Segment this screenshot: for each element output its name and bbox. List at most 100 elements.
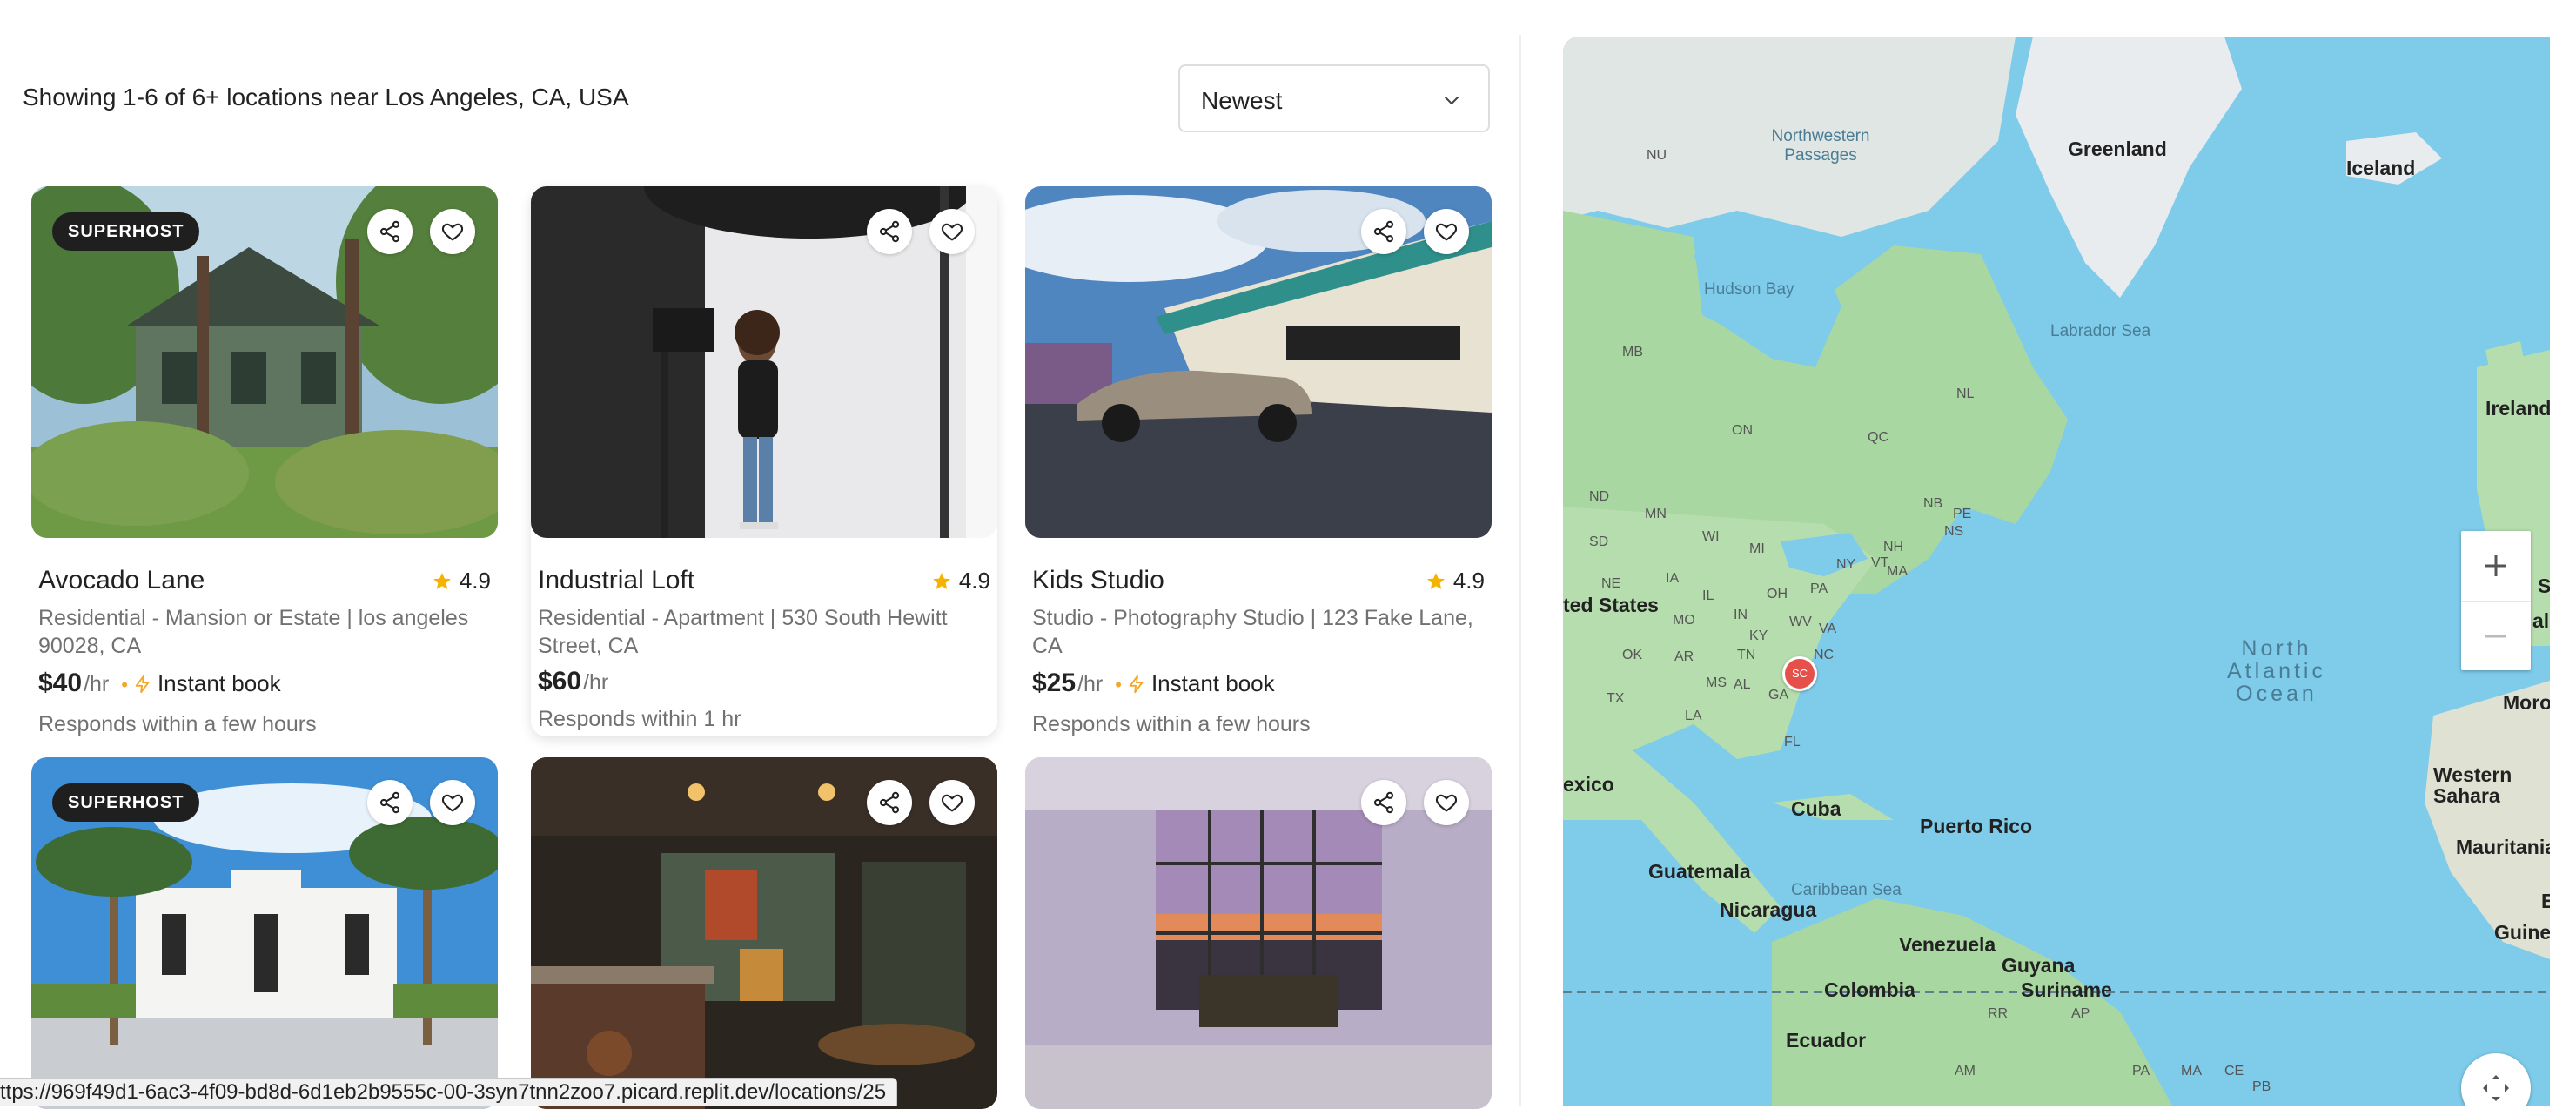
map-label-ce: CE <box>2224 1064 2244 1079</box>
map-label-il: IL <box>1702 588 1714 603</box>
map-label-pb: PB <box>2252 1079 2271 1094</box>
favorite-button[interactable] <box>1424 209 1469 254</box>
listing-title[interactable]: Kids Studio <box>1032 566 1164 595</box>
listing-card-avocado-lane[interactable]: SUPERHOST Avocado Lane 4.9 Residential -… <box>31 186 498 736</box>
listing-photo[interactable] <box>531 186 997 538</box>
map-label-tn: TN <box>1737 648 1756 662</box>
map-label-nd: ND <box>1589 489 1610 504</box>
heart-icon <box>1435 794 1458 812</box>
listing-description: Residential - Apartment | 530 South Hewi… <box>538 606 948 658</box>
map-label-ga: GA <box>1768 688 1789 702</box>
sort-dropdown[interactable]: Newest <box>1178 64 1490 132</box>
separator-dot: • <box>121 674 128 696</box>
location-marker[interactable]: SC <box>1782 656 1817 691</box>
map-label-nu: NU <box>1647 148 1667 163</box>
lightning-bolt-icon <box>1129 675 1144 694</box>
heart-icon <box>941 794 963 812</box>
zoom-in-button[interactable] <box>2461 531 2531 601</box>
listing-photo[interactable] <box>1025 186 1492 538</box>
map-label-pa: PA <box>1810 581 1828 596</box>
share-button[interactable] <box>1361 209 1406 254</box>
share-icon <box>1373 791 1394 814</box>
price-row: $40 /hr • Instant book <box>38 669 281 698</box>
map-label-la: LA <box>1685 709 1702 723</box>
map-label-pe: PE <box>1953 507 1972 521</box>
listing-price: $60 <box>538 667 582 696</box>
listing-rating: 4.9 <box>931 568 990 595</box>
separator-dot: • <box>1115 674 1122 696</box>
heart-icon <box>441 223 464 241</box>
map-label-nicaragua: Nicaragua <box>1720 898 1817 921</box>
map-geography <box>1563 37 2550 1106</box>
rating-value: 4.9 <box>459 568 491 594</box>
listing-photo[interactable] <box>1025 757 1492 1109</box>
share-button[interactable] <box>367 209 413 254</box>
favorite-button[interactable] <box>929 780 975 825</box>
map-label-portugal-partial: al <box>2532 609 2550 632</box>
map-panel[interactable]: Greenland Iceland Ireland Northwestern P… <box>1563 37 2550 1106</box>
map-label-caribbean-sea: Caribbean Sea <box>1791 881 1902 899</box>
listing-card[interactable]: SUPERHOST <box>31 757 498 1109</box>
map-label-nl: NL <box>1956 386 1975 401</box>
instant-book-label: Instant book <box>157 670 281 696</box>
listing-title[interactable]: Avocado Lane <box>38 566 205 595</box>
map-label-mauritania: Mauritania <box>2456 836 2550 858</box>
star-icon <box>433 572 451 589</box>
map-label-al: AL <box>1734 677 1751 692</box>
rating-value: 4.9 <box>1452 568 1485 594</box>
share-button[interactable] <box>1361 780 1406 825</box>
lightning-bolt-icon <box>135 675 150 694</box>
price-row: $60 /hr <box>538 667 608 696</box>
zoom-out-button[interactable] <box>2461 601 2531 671</box>
superhost-badge: SUPERHOST <box>52 783 200 822</box>
map-label-northwestern-passages: Northwestern Passages <box>1771 127 1870 165</box>
price-unit: /hr <box>583 670 609 695</box>
listing-card[interactable] <box>531 757 997 1109</box>
map-label-fl: FL <box>1784 735 1801 749</box>
map-label-greenland: Greenland <box>2068 138 2167 160</box>
listing-photo[interactable] <box>531 757 997 1109</box>
listing-photo[interactable]: SUPERHOST <box>31 757 498 1109</box>
favorite-button[interactable] <box>1424 780 1469 825</box>
sort-selected-value: Newest <box>1201 87 1283 114</box>
listing-photo[interactable]: SUPERHOST <box>31 186 498 538</box>
share-icon <box>879 220 900 243</box>
share-button[interactable] <box>867 209 912 254</box>
star-icon <box>932 572 950 589</box>
studio-photo <box>531 186 997 538</box>
map-label-rr: RR <box>1988 1006 2009 1021</box>
share-button[interactable] <box>867 780 912 825</box>
map-label-nb: NB <box>1923 496 1943 511</box>
map-label-guyana: Guyana <box>2002 954 2076 977</box>
listing-card[interactable] <box>1025 757 1492 1109</box>
listing-card-industrial-loft[interactable]: Industrial Loft 4.9 Residential - Apartm… <box>531 186 997 736</box>
listing-price: $25 <box>1032 669 1077 697</box>
listing-card-kids-studio[interactable]: Kids Studio 4.9 Studio - Photography Stu… <box>1025 186 1492 736</box>
map-label-guinea: Guinea <box>2494 921 2550 944</box>
response-time: Responds within a few hours <box>1032 712 1311 736</box>
map-label-mb: MB <box>1622 345 1643 360</box>
response-time: Responds within a few hours <box>38 712 317 736</box>
listing-title[interactable]: Industrial Loft <box>538 566 694 595</box>
results-count-text: Showing 1-6 of 6+ locations near Los Ang… <box>23 84 629 111</box>
map-label-wi: WI <box>1702 529 1720 544</box>
heart-icon <box>1435 223 1458 241</box>
minus-icon <box>2485 635 2506 638</box>
map-label-ne: NE <box>1601 576 1621 591</box>
favorite-button[interactable] <box>430 780 475 825</box>
favorite-button[interactable] <box>430 209 475 254</box>
favorite-button[interactable] <box>929 209 975 254</box>
share-icon <box>879 791 900 814</box>
map-label-labrador-sea: Labrador Sea <box>2050 322 2151 340</box>
map-label-iceland: Iceland <box>2346 157 2416 179</box>
map-label-ar: AR <box>1674 649 1694 664</box>
chevron-down-icon <box>1445 97 1459 104</box>
map-label-nh: NH <box>1883 540 1904 554</box>
map-label-in: IN <box>1734 608 1748 622</box>
map-label-wv: WV <box>1789 615 1812 629</box>
map-label-e-partial: E <box>2541 890 2550 912</box>
map-label-mo: MO <box>1673 613 1695 628</box>
share-button[interactable] <box>367 780 413 825</box>
map-label-tx: TX <box>1607 691 1625 706</box>
map-label-mexico: exico <box>1563 773 1614 796</box>
